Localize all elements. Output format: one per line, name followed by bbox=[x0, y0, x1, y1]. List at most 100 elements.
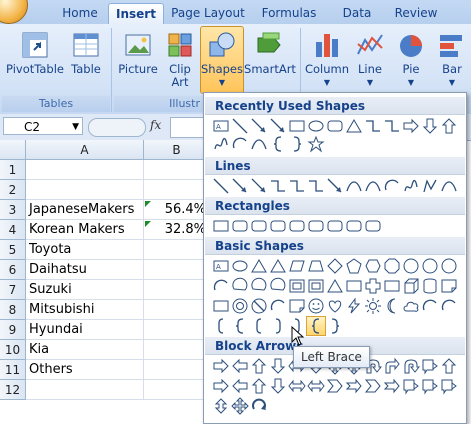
row-header-10[interactable]: 10 bbox=[0, 340, 26, 360]
elbow-shape-icon[interactable] bbox=[364, 117, 382, 135]
trapezoid-shape-icon[interactable] bbox=[307, 257, 325, 275]
rrect-shape-icon[interactable] bbox=[231, 217, 249, 235]
textbox-shape-icon[interactable]: A bbox=[212, 257, 230, 275]
table-button[interactable]: Table bbox=[66, 30, 106, 76]
arc-shape-icon[interactable] bbox=[383, 177, 401, 195]
tab-home[interactable]: Home bbox=[52, 3, 108, 24]
tab-review[interactable]: Review bbox=[388, 3, 444, 24]
arc-shape-icon[interactable] bbox=[421, 297, 439, 315]
cell-b4[interactable]: 32.8% bbox=[144, 220, 210, 240]
heart-shape-icon[interactable] bbox=[326, 297, 344, 315]
curve-shape-icon[interactable] bbox=[250, 135, 268, 153]
name-box[interactable]: C2 ▼ bbox=[3, 117, 83, 135]
lbracket-shape-icon[interactable] bbox=[250, 317, 268, 335]
chevron-shape-icon[interactable] bbox=[364, 377, 382, 395]
bolt-shape-icon[interactable] bbox=[345, 297, 363, 315]
row-header-11[interactable]: 11 bbox=[0, 360, 26, 380]
lbracket-shape-icon[interactable] bbox=[212, 317, 230, 335]
udarrow-shape-icon[interactable] bbox=[212, 397, 230, 415]
tri-shape-icon[interactable] bbox=[326, 277, 344, 295]
octagon-shape-icon[interactable] bbox=[383, 257, 401, 275]
rect-shape-icon[interactable] bbox=[345, 277, 363, 295]
rrect-shape-icon[interactable] bbox=[345, 217, 363, 235]
moon-shape-icon[interactable] bbox=[383, 297, 401, 315]
column-chart-button[interactable]: Column ▼ bbox=[303, 30, 351, 89]
tab-data[interactable]: Data bbox=[334, 3, 380, 24]
pie-chart-button[interactable]: Pie ▼ bbox=[392, 30, 430, 89]
rarrow-shape-icon[interactable] bbox=[212, 357, 230, 375]
callout-shape-icon[interactable] bbox=[402, 377, 420, 395]
lrarrow-shape-icon[interactable] bbox=[307, 377, 325, 395]
uarrow-shape-icon[interactable] bbox=[250, 357, 268, 375]
notch-shape-icon[interactable] bbox=[345, 377, 363, 395]
formula-input[interactable] bbox=[170, 117, 206, 138]
tri-shape-icon[interactable] bbox=[345, 117, 363, 135]
tab-formulas[interactable]: Formulas bbox=[253, 3, 325, 24]
uturn-shape-icon[interactable] bbox=[402, 357, 420, 375]
cell-b9[interactable] bbox=[144, 320, 210, 340]
cell-b2[interactable] bbox=[144, 180, 210, 200]
cell-b5[interactable] bbox=[144, 240, 210, 260]
circarrow-shape-icon[interactable] bbox=[250, 397, 268, 415]
arc-shape-icon[interactable] bbox=[269, 297, 287, 315]
rrect-shape-icon[interactable] bbox=[250, 217, 268, 235]
larrow-shape-icon[interactable] bbox=[231, 377, 249, 395]
callout-shape-icon[interactable] bbox=[421, 357, 439, 375]
curve-shape-icon[interactable] bbox=[364, 177, 382, 195]
chord-shape-icon[interactable] bbox=[269, 277, 287, 295]
callout-shape-icon[interactable] bbox=[421, 377, 439, 395]
rrect-shape-icon[interactable] bbox=[307, 217, 325, 235]
rect-shape-icon[interactable] bbox=[212, 297, 230, 315]
arrow-shape-icon[interactable] bbox=[231, 177, 249, 195]
rarrow-shape-icon[interactable] bbox=[212, 377, 230, 395]
cell-a8[interactable]: Mitsubishi bbox=[26, 300, 144, 320]
lbrace-shape-icon[interactable] bbox=[231, 317, 249, 335]
nosign-shape-icon[interactable] bbox=[250, 297, 268, 315]
arc-shape-icon[interactable] bbox=[231, 135, 249, 153]
error-indicator-icon[interactable] bbox=[145, 221, 151, 227]
cloud-shape-icon[interactable] bbox=[402, 297, 420, 315]
select-all-corner[interactable] bbox=[0, 140, 26, 160]
office-button[interactable] bbox=[0, 0, 28, 24]
row-header-2[interactable]: 2 bbox=[0, 180, 26, 200]
row-header-5[interactable]: 5 bbox=[0, 240, 26, 260]
smiley-shape-icon[interactable] bbox=[307, 297, 325, 315]
cell-a12[interactable] bbox=[26, 380, 144, 400]
scribble-shape-icon[interactable] bbox=[212, 135, 230, 153]
cell-b8[interactable] bbox=[144, 300, 210, 320]
foldcorner-shape-icon[interactable] bbox=[440, 277, 458, 295]
rect-shape-icon[interactable] bbox=[288, 117, 306, 135]
cell-a10[interactable]: Kia bbox=[26, 340, 144, 360]
rrect-shape-icon[interactable] bbox=[288, 217, 306, 235]
cell-a6[interactable]: Daihatsu bbox=[26, 260, 144, 280]
scribble-shape-icon[interactable] bbox=[402, 177, 420, 195]
donut-shape-icon[interactable] bbox=[231, 297, 249, 315]
curve-shape-icon[interactable] bbox=[345, 177, 363, 195]
row-header-8[interactable]: 8 bbox=[0, 300, 26, 320]
insert-function-icon[interactable]: fx bbox=[150, 118, 161, 132]
row-header-1[interactable]: 1 bbox=[0, 160, 26, 180]
rect-shape-icon[interactable] bbox=[383, 277, 401, 295]
rrect-shape-icon[interactable] bbox=[326, 217, 344, 235]
rbracket-shape-icon[interactable] bbox=[269, 317, 287, 335]
tab-insert[interactable]: Insert bbox=[108, 3, 164, 26]
bentarrow-shape-icon[interactable] bbox=[383, 357, 401, 375]
lrarrow-shape-icon[interactable] bbox=[288, 377, 306, 395]
darrow-shape-icon[interactable] bbox=[269, 377, 287, 395]
rect-shape-icon[interactable] bbox=[212, 217, 230, 235]
cell-b1[interactable] bbox=[144, 160, 210, 180]
arc-shape-icon[interactable] bbox=[440, 297, 458, 315]
can-shape-icon[interactable] bbox=[421, 277, 439, 295]
rarrow-shape-icon[interactable] bbox=[402, 117, 420, 135]
darrow-shape-icon[interactable] bbox=[421, 117, 439, 135]
cell-a5[interactable]: Toyota bbox=[26, 240, 144, 260]
cell-b6[interactable] bbox=[144, 260, 210, 280]
bar-chart-button[interactable]: Bar ▼ bbox=[432, 30, 471, 89]
row-header-12[interactable]: 12 bbox=[0, 380, 26, 400]
frame-shape-icon[interactable] bbox=[288, 277, 306, 295]
circle-shape-icon[interactable] bbox=[421, 257, 439, 275]
darrow-shape-icon[interactable] bbox=[269, 357, 287, 375]
row-header-7[interactable]: 7 bbox=[0, 280, 26, 300]
pentagon-shape-icon[interactable] bbox=[345, 257, 363, 275]
rrect-shape-icon[interactable] bbox=[364, 217, 382, 235]
